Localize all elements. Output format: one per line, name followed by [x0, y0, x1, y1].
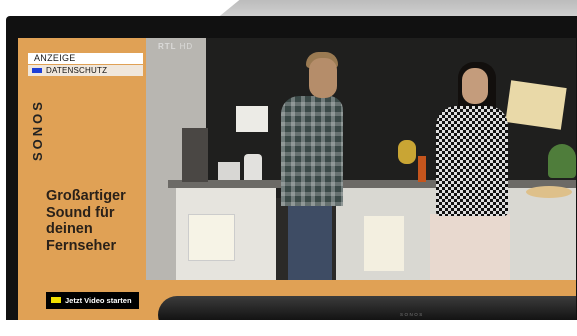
child-drawing — [364, 216, 404, 271]
ad-label: ANZEIGE — [28, 53, 143, 64]
coffee-machine — [182, 128, 208, 182]
soundbar-logo: SONOS — [400, 312, 424, 317]
headline-line: Sound für — [46, 204, 115, 221]
ad-headline: Großartiger Sound für deinen Fernseher — [46, 188, 151, 254]
wall-calendar — [236, 106, 268, 132]
tv-frame: ANZEIGE DATENSCHUTZ SONOS Großartiger So… — [6, 16, 577, 336]
toaster — [218, 162, 240, 180]
ad-sidebar: ANZEIGE DATENSCHUTZ SONOS Großartiger So… — [18, 38, 146, 336]
channel-hd-text: HD — [179, 42, 194, 51]
flower-vase — [398, 140, 416, 164]
kitchen-counter — [168, 180, 576, 188]
start-video-label: Jetzt Video starten — [65, 296, 132, 305]
woman-figure — [462, 68, 488, 104]
woman-figure — [430, 214, 510, 280]
sonos-logo: SONOS — [30, 99, 45, 161]
man-figure — [309, 58, 337, 98]
tv-screen: ANZEIGE DATENSCHUTZ SONOS Großartiger So… — [18, 38, 576, 336]
bottle — [418, 156, 426, 182]
kettle — [244, 154, 262, 180]
potted-plant — [548, 144, 576, 178]
wall-picture — [505, 80, 567, 130]
start-video-button[interactable]: Jetzt Video starten — [46, 292, 139, 309]
headline-line: deinen — [46, 221, 93, 237]
man-figure — [288, 203, 332, 280]
child-drawing — [188, 214, 235, 261]
headline-line: Fernseher — [46, 237, 117, 254]
yellow-key-icon — [51, 297, 61, 303]
channel-logo: RTL HD — [158, 42, 193, 51]
man-figure — [281, 96, 343, 206]
privacy-label: DATENSCHUTZ — [46, 66, 108, 75]
headline-line: Großartiger — [46, 188, 126, 204]
blue-key-icon — [32, 68, 42, 73]
tv-video-frame: RTL HD — [146, 38, 576, 280]
channel-logo-text: RTL — [158, 42, 177, 51]
woman-figure — [436, 106, 508, 216]
privacy-button[interactable]: DATENSCHUTZ — [28, 65, 143, 76]
food-plate — [526, 186, 572, 198]
tv-stand — [0, 320, 577, 336]
